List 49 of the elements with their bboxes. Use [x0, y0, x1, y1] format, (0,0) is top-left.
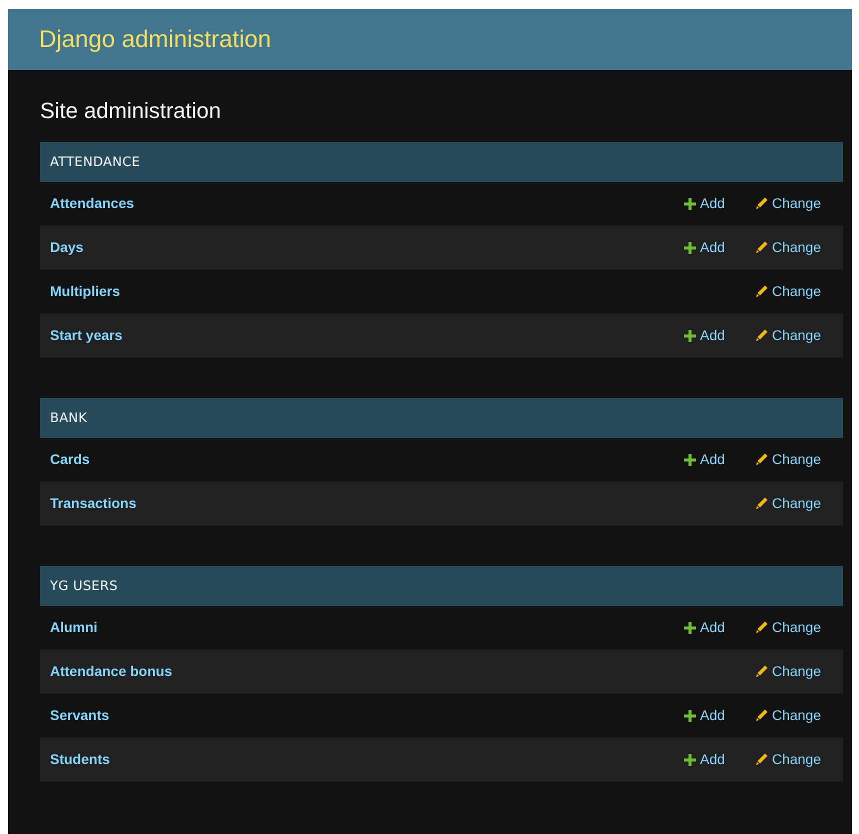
plus-icon	[684, 330, 696, 342]
pencil-icon	[754, 197, 768, 210]
pencil-icon	[754, 329, 768, 342]
add-link[interactable]: Add	[684, 237, 725, 258]
change-link[interactable]: Change	[754, 617, 821, 638]
change-link[interactable]: Change	[754, 193, 821, 214]
add-link[interactable]: Add	[684, 325, 725, 346]
pencil-icon	[754, 241, 768, 254]
add-link[interactable]: Add	[684, 449, 725, 470]
module-caption[interactable]: ATTENDANCE	[40, 142, 843, 182]
change-link[interactable]: Change	[754, 325, 821, 346]
pencil-icon	[754, 453, 768, 466]
change-link[interactable]: Change	[754, 281, 821, 302]
plus-icon	[684, 754, 696, 766]
change-link[interactable]: Change	[754, 661, 821, 682]
pencil-icon	[754, 665, 768, 678]
module-caption[interactable]: BANK	[40, 398, 843, 438]
site-title[interactable]: Django administration	[39, 22, 272, 58]
plus-icon	[684, 622, 696, 634]
change-link[interactable]: Change	[754, 749, 821, 770]
pencil-icon	[754, 497, 768, 510]
add-link[interactable]: Add	[684, 705, 725, 726]
model-link[interactable]: Multipliers	[50, 281, 120, 302]
model-link[interactable]: Servants	[50, 705, 110, 726]
pencil-icon	[754, 285, 768, 298]
module-caption[interactable]: YG USERS	[40, 566, 843, 606]
plus-icon	[684, 710, 696, 722]
change-link[interactable]: Change	[754, 449, 821, 470]
add-link[interactable]: Add	[684, 193, 725, 214]
pencil-icon	[754, 621, 768, 634]
pencil-icon	[754, 709, 768, 722]
model-link[interactable]: Transactions	[50, 493, 136, 514]
model-link[interactable]: Attendances	[50, 193, 134, 214]
plus-icon	[684, 242, 696, 254]
add-link[interactable]: Add	[684, 749, 725, 770]
change-link[interactable]: Change	[754, 493, 821, 514]
model-link[interactable]: Alumni	[50, 617, 98, 638]
pencil-icon	[754, 753, 768, 766]
plus-icon	[684, 198, 696, 210]
page-title: Site administration	[39, 97, 222, 124]
plus-icon	[684, 454, 696, 466]
model-link[interactable]: Days	[50, 237, 84, 258]
model-link[interactable]: Start years	[50, 325, 122, 346]
model-link[interactable]: Students	[50, 749, 110, 770]
model-link[interactable]: Attendance bonus	[50, 661, 172, 682]
change-link[interactable]: Change	[754, 705, 821, 726]
model-link[interactable]: Cards	[50, 449, 90, 470]
change-link[interactable]: Change	[754, 237, 821, 258]
add-link[interactable]: Add	[684, 617, 725, 638]
